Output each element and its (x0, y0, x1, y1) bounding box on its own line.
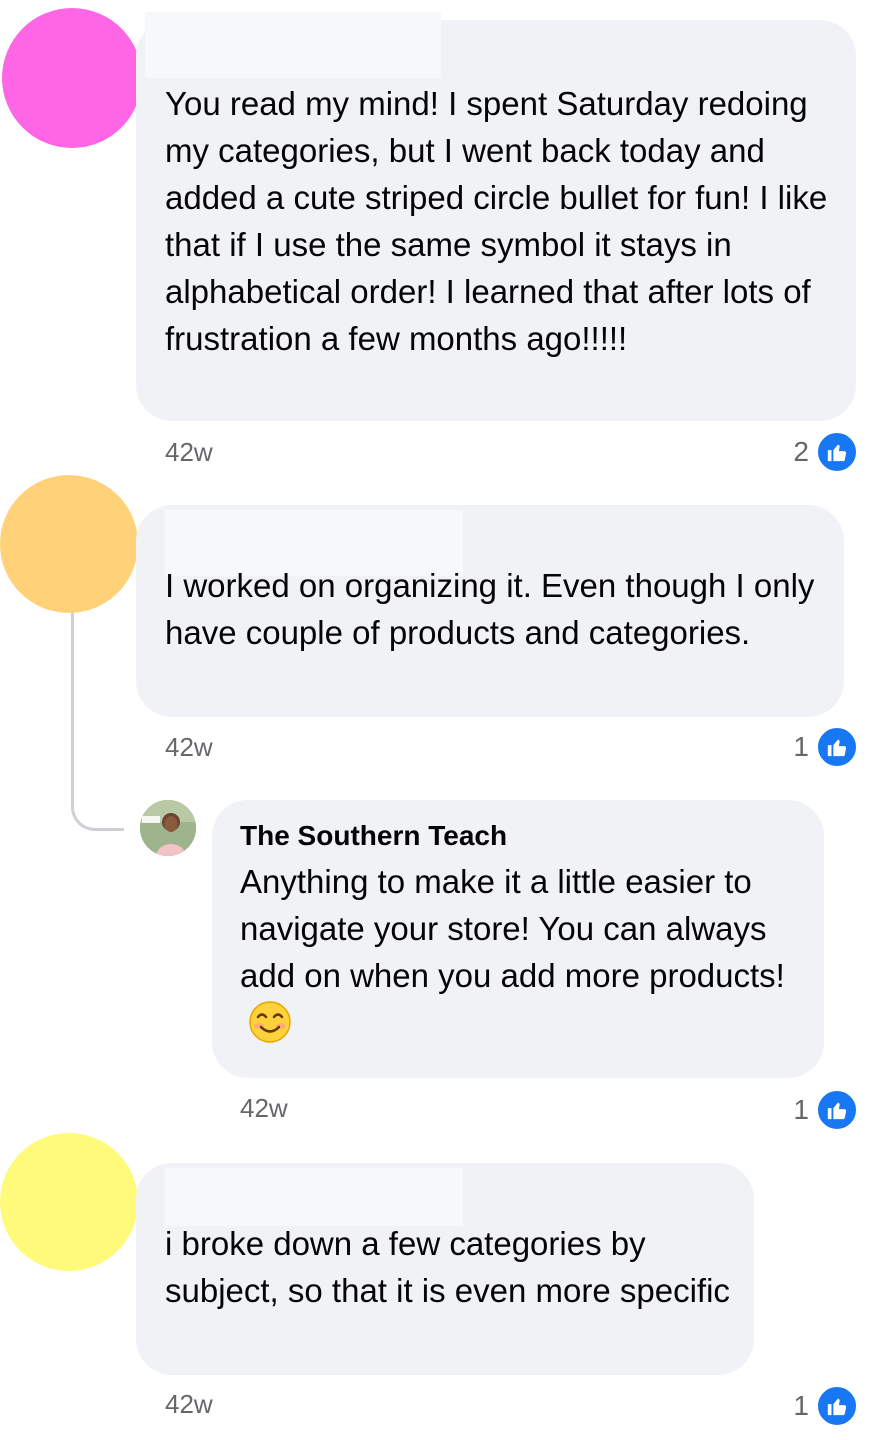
reply-thread-line (71, 612, 124, 831)
thumbs-up-icon (815, 1088, 859, 1132)
comment-text: You read my mind! I spent Saturday redoi… (165, 85, 828, 357)
comment-timestamp[interactable]: 42w (165, 732, 213, 763)
commenter-avatar[interactable] (2, 8, 142, 148)
reply-timestamp[interactable]: 42w (240, 1093, 288, 1124)
like-count: 1 (793, 1390, 809, 1421)
comment-timestamp[interactable]: 42w (165, 1389, 213, 1420)
thumbs-up-icon (815, 1384, 859, 1428)
reply-text: Anything to make it a little easier to n… (240, 858, 810, 1056)
redacted-author-name (145, 12, 441, 78)
thumbs-up-icon (815, 430, 859, 474)
page-avatar[interactable] (140, 800, 196, 856)
commenter-avatar[interactable] (0, 1133, 138, 1271)
like-count: 1 (793, 1094, 809, 1125)
reaction-count[interactable]: 1 (793, 1384, 859, 1428)
reaction-count[interactable]: 1 (793, 1088, 859, 1132)
reaction-count[interactable]: 1 (793, 725, 859, 769)
reply-text-content: Anything to make it a little easier to n… (240, 863, 785, 994)
comment-timestamp[interactable]: 42w (165, 437, 213, 468)
commenter-avatar[interactable] (0, 475, 138, 613)
reaction-count[interactable]: 2 (793, 430, 859, 474)
like-count: 2 (793, 436, 809, 467)
thumbs-up-icon (815, 725, 859, 769)
redacted-author-name (165, 1168, 463, 1226)
reply-author-name[interactable]: The Southern Teach (240, 820, 507, 852)
smiling-face-emoji-icon (248, 1000, 292, 1056)
like-count: 1 (793, 731, 809, 762)
comment-text: i broke down a few categories by subject… (165, 1225, 730, 1309)
comment-text: I worked on organizing it. Even though I… (165, 567, 815, 651)
